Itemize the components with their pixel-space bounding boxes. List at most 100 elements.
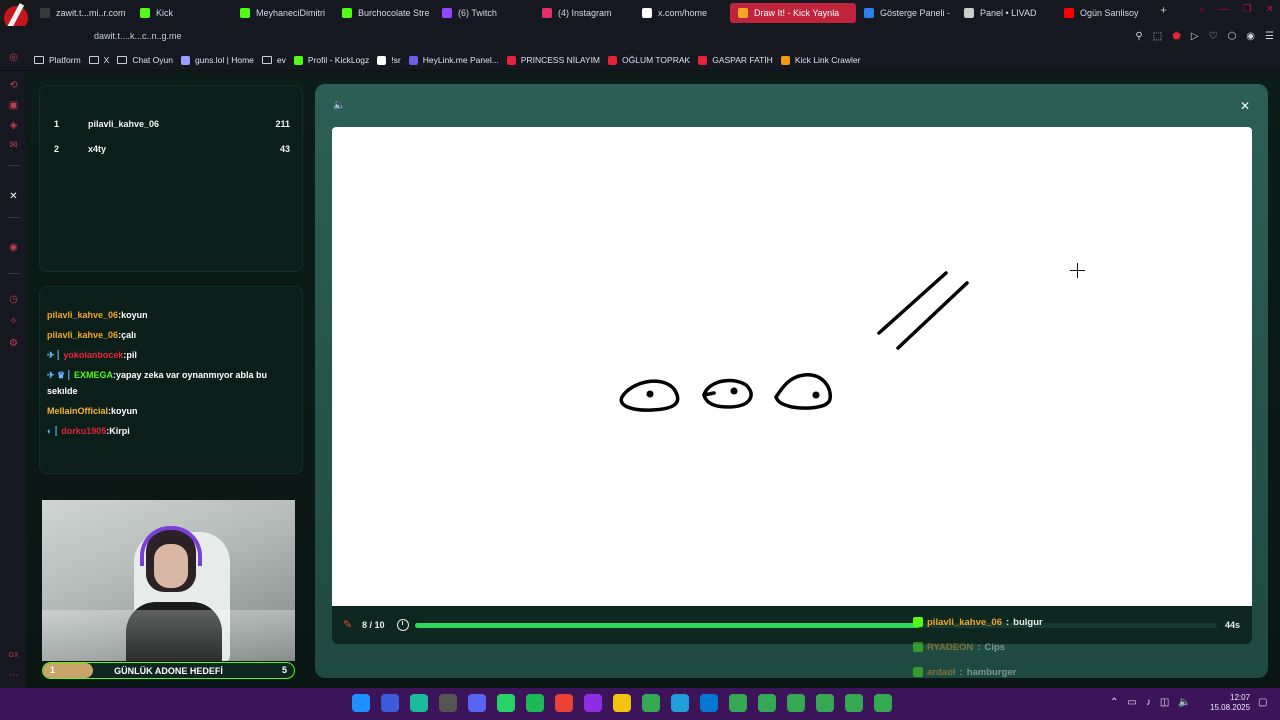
- bookmark-10[interactable]: GASPAR FATİH: [698, 55, 781, 65]
- messenger-icon[interactable]: ◈: [7, 119, 20, 132]
- minimize-icon[interactable]: —: [1219, 4, 1229, 15]
- taskbar-app-icon[interactable]: [497, 694, 515, 712]
- taskbar-clock[interactable]: 12:07 15.08.2025: [1210, 693, 1250, 713]
- taskbar-app-icon[interactable]: [845, 694, 863, 712]
- taskbar-app-icon[interactable]: [874, 694, 892, 712]
- bookmark-0[interactable]: Platform: [34, 55, 89, 65]
- battery-icon[interactable]: ▭: [1127, 697, 1136, 708]
- speaker-icon[interactable]: 🔈: [333, 99, 347, 113]
- taskbar-app-icon[interactable]: [671, 694, 689, 712]
- bookmark-label: Profil - KickLogz: [307, 55, 370, 65]
- settings-icon[interactable]: ⚙: [7, 337, 20, 350]
- tab-4[interactable]: (6) Twitch: [434, 3, 534, 23]
- taskbar-app-icon[interactable]: [787, 694, 805, 712]
- bookmark-favicon-icon: [506, 55, 516, 65]
- taskbar-app-icon[interactable]: [468, 694, 486, 712]
- mic-icon[interactable]: ♪: [1146, 697, 1151, 708]
- chat-message: MellainOfficial:koyun: [47, 403, 299, 419]
- url-field[interactable]: dawit.t....k...c..n..g.me: [94, 31, 182, 41]
- bookmark-8[interactable]: PRINCESS NİLAYIM: [506, 55, 608, 65]
- bookmark-6[interactable]: !sr: [377, 55, 408, 65]
- window-controls: ⌕ — ❐ ✕: [1199, 4, 1274, 15]
- taskbar-app-icon[interactable]: [526, 694, 544, 712]
- bookmark-favicon-icon: [698, 55, 708, 65]
- taskbar-app-icon[interactable]: [613, 694, 631, 712]
- taskbar-app-icon[interactable]: [584, 694, 602, 712]
- chat-username[interactable]: pilavli_kahve_06: [47, 310, 118, 320]
- maximize-icon[interactable]: ❐: [1243, 4, 1252, 15]
- tab-1[interactable]: Kick: [132, 3, 232, 23]
- volume-icon[interactable]: 🔈: [1178, 697, 1190, 708]
- bookmark-4[interactable]: ev: [261, 55, 294, 65]
- taskbar-app-icon[interactable]: [642, 694, 660, 712]
- webcam-feed: [42, 500, 295, 661]
- tab-8[interactable]: Gösterge Paneli -: [856, 3, 956, 23]
- notification-icon[interactable]: ▢: [1258, 697, 1267, 708]
- timer-progress-track: [415, 623, 1217, 628]
- tab-label: Ogün Sanlisoy: [1080, 8, 1139, 18]
- gx-icon[interactable]: GX: [7, 649, 20, 662]
- leaderboard-name: pilavli_kahve_06: [88, 119, 160, 129]
- kick-badge-icon: [913, 667, 923, 677]
- chevron-up-icon[interactable]: ⌃: [1110, 697, 1118, 708]
- taskbar-app-icon[interactable]: [439, 694, 457, 712]
- tab-0[interactable]: zawit.t...mi..r.com: [32, 3, 132, 23]
- tab-2[interactable]: MeyhaneciDimitri: [232, 3, 334, 23]
- drawing-canvas[interactable]: [332, 127, 1252, 606]
- tab-3[interactable]: Burchocolate Stre: [334, 3, 434, 23]
- bookmark-1[interactable]: X: [88, 55, 118, 65]
- shield-icon[interactable]: ⬟: [1172, 31, 1181, 42]
- chat-username[interactable]: yokolanbocek: [63, 350, 123, 360]
- taskbar-app-icon[interactable]: [381, 694, 399, 712]
- play-icon[interactable]: ▷: [1191, 31, 1199, 42]
- tab-5[interactable]: (4) Instagram: [534, 3, 634, 23]
- mail-icon[interactable]: ✉: [7, 139, 20, 152]
- taskbar-app-icon[interactable]: [816, 694, 834, 712]
- tab-strip: zawit.t...mi..r.com Kick MeyhaneciDimitri B…: [32, 3, 1167, 23]
- bookmark-3[interactable]: guns.lol | Home: [180, 55, 262, 65]
- network-icon[interactable]: ◫: [1160, 697, 1169, 708]
- snapshot-icon[interactable]: ⬚: [1153, 31, 1162, 42]
- bookmark-11[interactable]: Kick Link Crawler: [780, 55, 869, 65]
- chat-badges-icon: ✈ ⸽: [47, 350, 60, 360]
- profile-icon[interactable]: ◉: [1246, 31, 1255, 42]
- bag-icon[interactable]: ▣: [7, 99, 20, 112]
- gx-control-icon[interactable]: ◎: [7, 51, 20, 64]
- x-icon[interactable]: ✕: [7, 190, 20, 203]
- menu-icon[interactable]: ☰: [1265, 31, 1274, 42]
- taskbar-app-icon[interactable]: [758, 694, 776, 712]
- extensions-icon[interactable]: ⬡: [1228, 31, 1237, 42]
- pin-icon[interactable]: ⚲: [1135, 31, 1142, 42]
- tab-7[interactable]: Draw It! - Kick Yaynla: [730, 3, 856, 23]
- folder-icon: [88, 56, 99, 64]
- heart-icon[interactable]: ♡: [1209, 31, 1218, 42]
- tab-9[interactable]: Panel • LIVAD: [956, 3, 1056, 23]
- chat-username[interactable]: EXMEGA: [74, 370, 113, 380]
- taskbar-app-icon[interactable]: [555, 694, 573, 712]
- history-icon[interactable]: ⟲: [7, 79, 20, 92]
- tab-label: Gösterge Paneli -: [880, 8, 951, 18]
- close-icon[interactable]: ✕: [1238, 99, 1252, 113]
- taskbar-app-icon[interactable]: [352, 694, 370, 712]
- chat-username[interactable]: dorku1905: [61, 426, 106, 436]
- search-tabs-icon[interactable]: ⌕: [1199, 4, 1205, 15]
- tab-10[interactable]: Ogün Sanlisoy: [1056, 3, 1154, 23]
- player-icon[interactable]: ◉: [7, 241, 20, 254]
- clock-icon[interactable]: ◷: [7, 293, 20, 306]
- new-tab-button[interactable]: +: [1160, 3, 1167, 23]
- stroke-oval-3: [774, 373, 832, 410]
- tab-favicon-icon: [642, 8, 652, 18]
- chat-username[interactable]: MellainOfficial: [47, 406, 108, 416]
- chat-username[interactable]: pilavli_kahve_06: [47, 330, 118, 340]
- feather-icon[interactable]: ✧: [7, 315, 20, 328]
- taskbar-app-icon[interactable]: [729, 694, 747, 712]
- more-icon[interactable]: ⋯: [7, 669, 20, 682]
- taskbar-app-icon[interactable]: [410, 694, 428, 712]
- bookmark-9[interactable]: OĞLUM TOPRAK: [608, 55, 698, 65]
- tab-6[interactable]: x.com/home: [634, 3, 730, 23]
- taskbar-app-icon[interactable]: [700, 694, 718, 712]
- bookmark-7[interactable]: HeyLink.me Panel...: [408, 55, 507, 65]
- bookmark-5[interactable]: Profil - KickLogz: [293, 55, 377, 65]
- bookmark-2[interactable]: Chat Oyun: [117, 55, 181, 65]
- close-window-icon[interactable]: ✕: [1266, 4, 1274, 15]
